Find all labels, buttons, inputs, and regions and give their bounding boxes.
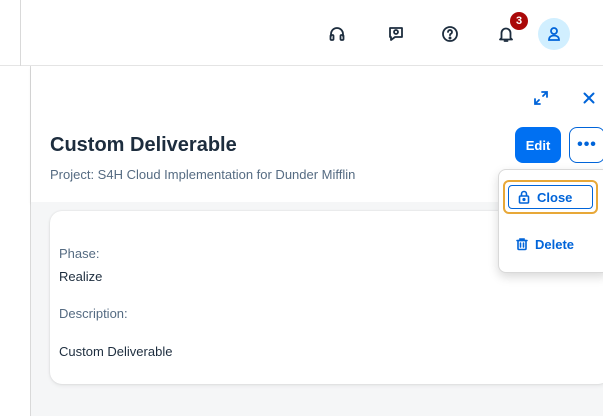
help-icon[interactable] <box>436 20 464 48</box>
project-subtitle: Project: S4H Cloud Implementation for Du… <box>50 167 356 182</box>
notification-count-badge: 3 <box>510 12 528 30</box>
edit-button[interactable]: Edit <box>515 127 561 163</box>
page-title: Custom Deliverable <box>50 134 237 156</box>
menu-item-close[interactable]: Close <box>503 180 598 214</box>
phase-label: Phase: <box>59 246 100 261</box>
headset-icon[interactable] <box>323 20 351 48</box>
description-value: Custom Deliverable <box>59 344 173 359</box>
expand-icon[interactable] <box>527 84 555 112</box>
more-actions-button[interactable]: ••• <box>569 127 603 163</box>
trash-icon <box>516 238 528 251</box>
menu-item-delete[interactable]: Delete <box>503 227 598 261</box>
phase-value: Realize <box>59 269 103 284</box>
description-label: Description: <box>59 306 128 321</box>
lock-icon <box>518 190 530 204</box>
menu-item-close-label: Close <box>537 189 573 205</box>
feedback-icon[interactable] <box>382 20 410 48</box>
user-avatar-icon[interactable] <box>538 18 570 50</box>
frame-divider <box>20 0 21 66</box>
menu-item-delete-label: Delete <box>535 236 575 252</box>
close-icon[interactable] <box>575 84 603 112</box>
